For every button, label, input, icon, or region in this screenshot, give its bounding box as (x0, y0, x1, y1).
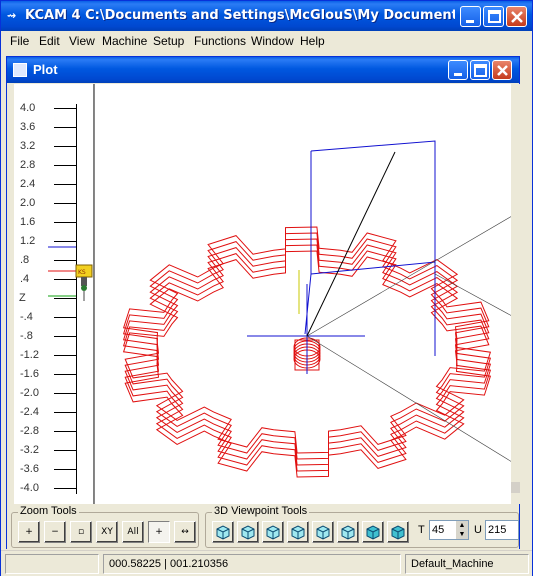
plot-title-bar[interactable]: Plot (7, 57, 519, 83)
kcam-app-icon[interactable]: ⇝ (7, 10, 21, 22)
toolpath-drawing (122, 140, 513, 478)
title-bar[interactable]: ⇝ KCAM 4 C:\Documents and Settings\McGlo… (1, 1, 532, 31)
menu-window[interactable]: Window (251, 34, 294, 48)
tool-tip-shape (81, 285, 87, 291)
kcam-main-window: ⇝ KCAM 4 C:\Documents and Settings\McGlo… (0, 0, 533, 576)
status-machine: Default_Machine (405, 554, 529, 574)
perspective-line (306, 215, 513, 337)
plot-canvas[interactable] (94, 84, 513, 504)
zoom-all-icon[interactable]: All (122, 521, 144, 543)
view-right-icon[interactable] (287, 521, 309, 543)
cube-glyph (391, 525, 405, 540)
tool-vector-line (306, 151, 396, 337)
minimize-button[interactable] (460, 6, 481, 27)
plot-maximize-button[interactable] (470, 60, 490, 80)
tool-area: Zoom Tools + − ▫ XY All + ↔ 3D Viewpoint Tools… (7, 504, 519, 549)
zoom-window-icon[interactable]: ▫ (70, 521, 92, 543)
menu-help[interactable]: Help (300, 34, 325, 48)
menu-setup[interactable]: Setup (153, 34, 184, 48)
view-iso-rotate-icon[interactable] (387, 521, 409, 543)
plot-window: Plot 4.0 3.6 3.2 2.8 2.4 2.0 1.6 1.2.8.4 Z -.4 -.8… (6, 56, 520, 549)
maximize-button[interactable] (483, 6, 504, 27)
zoom-out-glyph: − (51, 527, 59, 537)
plot-close-button[interactable] (492, 60, 512, 80)
cube-glyph (216, 525, 230, 540)
zoom-out-icon[interactable]: − (44, 521, 66, 543)
zoom-center-icon[interactable]: + (148, 521, 170, 543)
menu-file[interactable]: File (10, 34, 29, 48)
zoom-center-glyph: + (155, 527, 163, 537)
plot-scrollbar[interactable] (511, 84, 520, 504)
viewpoint-tools-group: 3D Viewpoint Tools T 45 ▲ ▼ U 215 (205, 505, 519, 548)
u-angle-label: U (474, 524, 482, 536)
t-angle-value: 45 (432, 524, 445, 536)
cube-glyph (241, 525, 255, 540)
t-angle-label: T (418, 524, 425, 536)
window-title: KCAM 4 C:\Documents and Settings\McGlouS… (25, 8, 455, 23)
plot-title: Plot (33, 62, 58, 77)
zoom-tools-group: Zoom Tools + − ▫ XY All + ↔ (11, 505, 199, 548)
menu-functions[interactable]: Functions (194, 34, 246, 48)
tool-marker-text: KS (78, 269, 86, 276)
t-angle-spinner[interactable]: 45 ▲ ▼ (429, 520, 469, 540)
t-up-arrow-icon[interactable]: ▲ (456, 521, 468, 530)
zoom-pan-icon[interactable]: ↔ (174, 521, 196, 543)
zoom-xy-icon[interactable]: XY (96, 521, 118, 543)
view-bottom-icon[interactable] (337, 521, 359, 543)
menu-edit[interactable]: Edit (39, 34, 60, 48)
scroll-down-arrow[interactable] (511, 482, 520, 493)
view-top-icon[interactable] (312, 521, 334, 543)
status-coordinates: 000.58225 | 001.210356 (103, 554, 401, 574)
cube-glyph (316, 525, 330, 540)
view-left-icon[interactable] (262, 521, 284, 543)
cube-glyph (366, 525, 380, 540)
plot-window-icon[interactable] (13, 63, 27, 77)
zoom-xy-glyph: XY (101, 527, 113, 537)
perspective-line (306, 335, 513, 463)
u-angle-spinner[interactable]: 215 (485, 520, 519, 540)
t-down-arrow-icon[interactable]: ▼ (456, 530, 468, 539)
tool-position-icon[interactable]: KS (75, 264, 93, 301)
zoom-in-glyph: + (25, 527, 33, 537)
cube-glyph (341, 525, 355, 540)
z-axis-panel: 4.0 3.6 3.2 2.8 2.4 2.0 1.6 1.2.8.4 Z -.4 -.8 -1.2-… (14, 84, 94, 504)
zoom-tools-title: Zoom Tools (18, 505, 79, 517)
bounding-edge-left (304, 151, 312, 335)
view-iso-icon[interactable] (362, 521, 384, 543)
cube-glyph (291, 525, 305, 540)
plot-minimize-button[interactable] (448, 60, 468, 80)
viewpoint-tools-title: 3D Viewpoint Tools (212, 505, 310, 517)
perspective-line (434, 273, 513, 317)
bounding-edge-top (310, 140, 436, 274)
zoom-pan-glyph: ↔ (181, 527, 189, 537)
menu-view[interactable]: View (69, 34, 95, 48)
tool-shank-shape (81, 277, 87, 286)
zoom-in-icon[interactable]: + (18, 521, 40, 543)
menu-bar: File Edit View Machine Setup Functions W… (1, 31, 532, 50)
zoom-window-glyph: ▫ (77, 527, 85, 537)
view-front-icon[interactable] (212, 521, 234, 543)
menu-machine[interactable]: Machine (102, 34, 147, 48)
status-empty (5, 554, 99, 574)
z-axis-marker-layer: KS (48, 246, 93, 301)
view-back-icon[interactable] (237, 521, 259, 543)
close-button[interactable] (506, 6, 527, 27)
zoom-all-glyph: All (127, 527, 139, 537)
cube-glyph (266, 525, 280, 540)
u-angle-value: 215 (488, 524, 507, 536)
status-bar: 000.58225 | 001.210356 Default_Machine (1, 550, 532, 576)
